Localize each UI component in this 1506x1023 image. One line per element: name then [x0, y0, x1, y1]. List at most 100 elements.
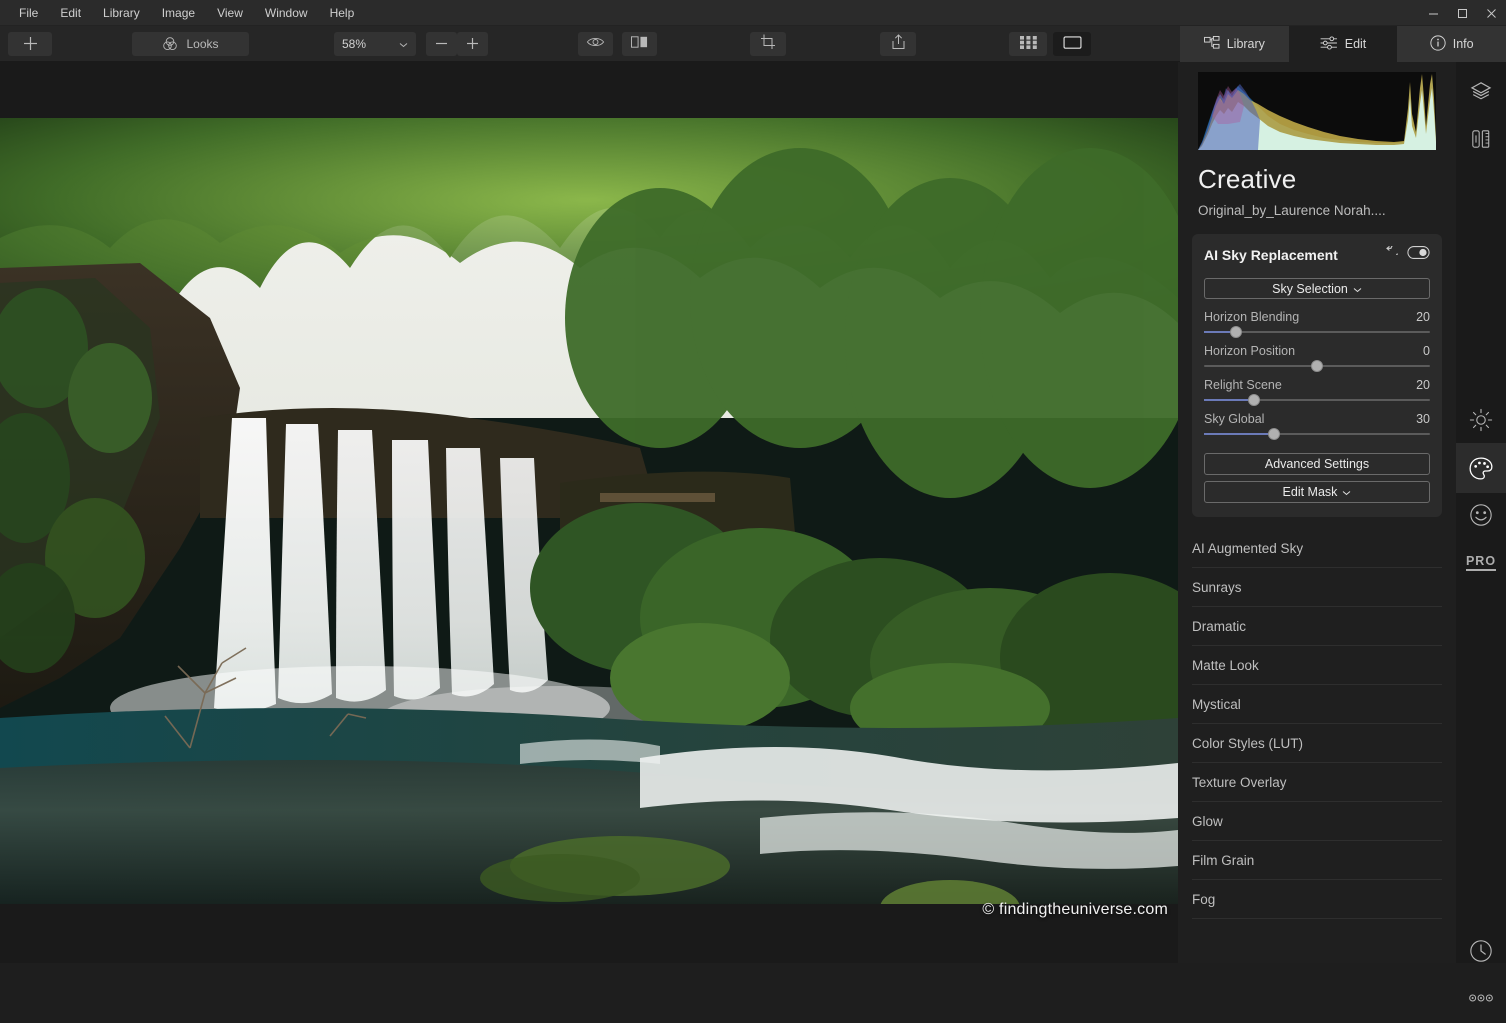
- title-bar: File Edit Library Image View Window Help: [0, 0, 1506, 26]
- slider-label-text: Sky Global: [1204, 412, 1264, 426]
- tool-item-fog[interactable]: Fog: [1192, 880, 1442, 919]
- photo-waterfall[interactable]: [0, 118, 1178, 904]
- essentials-sun-icon[interactable]: [1456, 395, 1506, 445]
- portrait-face-icon[interactable]: [1456, 490, 1506, 540]
- slider-knob[interactable]: [1268, 428, 1280, 440]
- chevron-down-icon: [1353, 282, 1362, 296]
- sky-selection-dropdown[interactable]: Sky Selection: [1204, 278, 1430, 299]
- close-icon[interactable]: [1477, 0, 1506, 26]
- slider-horizon-blending[interactable]: Horizon Blending 20: [1204, 310, 1430, 333]
- menu-item-edit[interactable]: Edit: [49, 1, 92, 25]
- file-name: Original_by_Laurence Norah....: [1198, 203, 1436, 218]
- window-controls: [1419, 0, 1506, 26]
- advanced-settings-label: Advanced Settings: [1265, 457, 1369, 471]
- tool-item-ai-augmented-sky[interactable]: AI Augmented Sky: [1192, 529, 1442, 568]
- slider-label-text: Horizon Blending: [1204, 310, 1299, 324]
- slider-knob[interactable]: [1230, 326, 1242, 338]
- histogram[interactable]: [1198, 72, 1436, 150]
- crop-icon: [760, 34, 776, 53]
- chevron-down-icon: [399, 37, 408, 51]
- tools-ruler-icon[interactable]: [1456, 114, 1506, 164]
- preview-toggle-button[interactable]: [578, 32, 613, 56]
- tab-info-label: Info: [1453, 37, 1474, 51]
- slider-value: 0: [1423, 344, 1430, 358]
- looks-label: Looks: [186, 37, 218, 51]
- menu-item-image[interactable]: Image: [151, 1, 206, 25]
- history-clock-icon[interactable]: [1456, 926, 1506, 976]
- menu-item-window[interactable]: Window: [254, 1, 319, 25]
- tool-item-sunrays[interactable]: Sunrays: [1192, 568, 1442, 607]
- looks-venn-icon: [162, 36, 178, 52]
- info-icon: [1430, 35, 1446, 54]
- looks-button[interactable]: Looks: [132, 32, 249, 56]
- zoom-in-button[interactable]: [457, 32, 488, 56]
- edit-mask-button[interactable]: Edit Mask: [1204, 481, 1430, 503]
- edit-mask-label: Edit Mask: [1283, 485, 1338, 499]
- section-header: AI Sky Replacement: [1204, 246, 1430, 264]
- library-icon: [1204, 36, 1220, 53]
- watermark-text: © findingtheuniverse.com: [982, 901, 1168, 919]
- tool-item-color-styles-lut[interactable]: Color Styles (LUT): [1192, 724, 1442, 763]
- preset-title: Creative: [1198, 164, 1436, 195]
- slider-value: 30: [1416, 412, 1430, 426]
- single-view-icon: [1063, 35, 1082, 53]
- share-button[interactable]: [880, 32, 916, 56]
- tab-edit-label: Edit: [1345, 37, 1367, 51]
- crop-button[interactable]: [750, 32, 786, 56]
- grid-view-icon: [1020, 36, 1037, 52]
- advanced-settings-button[interactable]: Advanced Settings: [1204, 453, 1430, 475]
- edit-panel: Creative Original_by_Laurence Norah.... …: [1178, 62, 1456, 963]
- layers-icon[interactable]: [1456, 66, 1506, 116]
- toggle-switch-on-icon[interactable]: [1407, 246, 1430, 264]
- grid-view-button[interactable]: [1009, 32, 1047, 56]
- main-toolbar: Looks 58%: [0, 26, 1506, 62]
- slider-value: 20: [1416, 310, 1430, 324]
- more-dots-icon[interactable]: [1456, 973, 1506, 1023]
- slider-relight-scene[interactable]: Relight Scene 20: [1204, 378, 1430, 401]
- tool-item-film-grain[interactable]: Film Grain: [1192, 841, 1442, 880]
- menu-item-view[interactable]: View: [206, 1, 254, 25]
- image-canvas[interactable]: © findingtheuniverse.com: [0, 62, 1178, 963]
- menu-item-file[interactable]: File: [8, 1, 49, 25]
- tool-item-matte-look[interactable]: Matte Look: [1192, 646, 1442, 685]
- share-export-icon: [891, 34, 906, 53]
- single-view-button[interactable]: [1053, 32, 1091, 56]
- tool-item-dramatic[interactable]: Dramatic: [1192, 607, 1442, 646]
- tool-item-mystical[interactable]: Mystical: [1192, 685, 1442, 724]
- slider-track[interactable]: [1204, 365, 1430, 367]
- minimize-icon[interactable]: [1419, 0, 1448, 26]
- tab-library[interactable]: Library: [1180, 26, 1289, 62]
- slider-track[interactable]: [1204, 433, 1430, 435]
- menu-bar: File Edit Library Image View Window Help: [0, 1, 365, 25]
- panel-tab-bar: Library Edit: [1180, 26, 1506, 62]
- chevron-down-icon: [1342, 485, 1351, 499]
- slider-sky-global[interactable]: Sky Global 30: [1204, 412, 1430, 435]
- menu-item-help[interactable]: Help: [319, 1, 366, 25]
- slider-label-text: Horizon Position: [1204, 344, 1295, 358]
- creative-tool-list: AI Augmented Sky Sunrays Dramatic Matte …: [1192, 529, 1442, 919]
- creative-palette-icon[interactable]: [1456, 443, 1506, 493]
- ai-sky-replacement-section: AI Sky Replacement: [1192, 234, 1442, 517]
- slider-track[interactable]: [1204, 399, 1430, 401]
- slider-knob[interactable]: [1248, 394, 1260, 406]
- sky-selection-label: Sky Selection: [1272, 282, 1348, 296]
- tab-edit[interactable]: Edit: [1289, 26, 1398, 62]
- maximize-icon[interactable]: [1448, 0, 1477, 26]
- slider-horizon-position[interactable]: Horizon Position 0: [1204, 344, 1430, 367]
- zoom-level-select[interactable]: 58%: [334, 32, 416, 56]
- menu-item-library[interactable]: Library: [92, 1, 151, 25]
- slider-knob[interactable]: [1311, 360, 1323, 372]
- slider-label-text: Relight Scene: [1204, 378, 1282, 392]
- zoom-level-value: 58%: [342, 37, 366, 51]
- pro-badge[interactable]: PRO: [1456, 537, 1506, 587]
- compare-button[interactable]: [622, 32, 657, 56]
- eye-icon: [586, 35, 605, 52]
- slider-track[interactable]: [1204, 331, 1430, 333]
- tool-item-glow[interactable]: Glow: [1192, 802, 1442, 841]
- add-image-button[interactable]: [8, 32, 52, 56]
- zoom-out-button[interactable]: [426, 32, 457, 56]
- tool-item-texture-overlay[interactable]: Texture Overlay: [1192, 763, 1442, 802]
- tab-info[interactable]: Info: [1397, 26, 1506, 62]
- reset-arrow-icon[interactable]: [1384, 246, 1398, 264]
- pro-badge-label: PRO: [1466, 554, 1496, 571]
